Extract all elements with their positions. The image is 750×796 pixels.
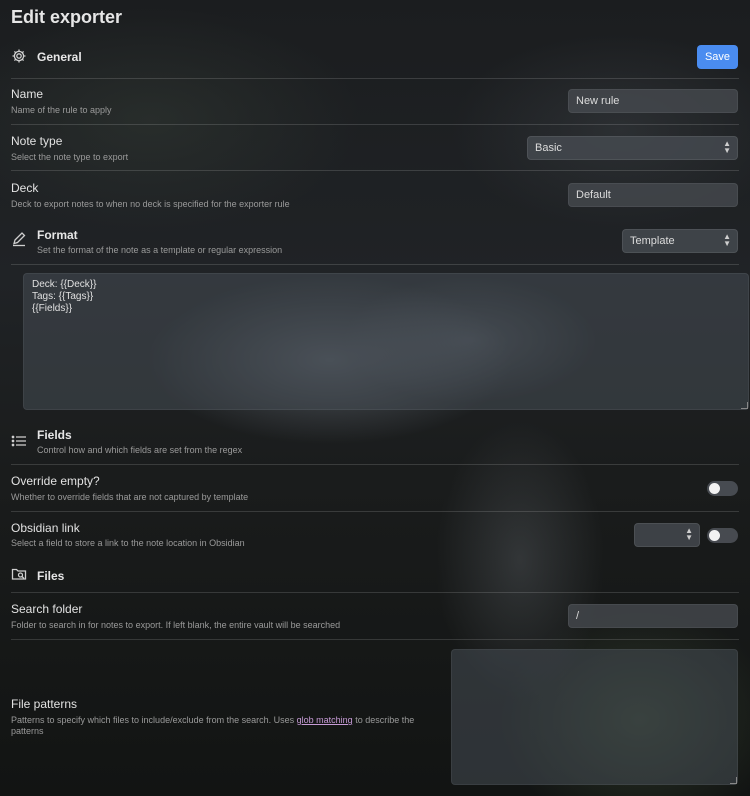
file-patterns-label: File patterns (11, 697, 78, 711)
chevron-updown-icon: ▲ ▼ (685, 526, 693, 542)
section-title-general: General (37, 50, 82, 64)
override-empty-label: Override empty? (11, 474, 100, 488)
search-folder-desc: Folder to search in for notes to export.… (11, 620, 341, 630)
save-button[interactable]: Save (697, 45, 738, 69)
override-empty-toggle[interactable] (707, 481, 738, 496)
deck-input[interactable]: Default (568, 183, 738, 207)
file-patterns-desc: Patterns to specify which files to inclu… (11, 715, 431, 737)
fields-desc: Control how and which fields are set fro… (37, 445, 243, 455)
note-type-value: Basic (535, 142, 562, 154)
note-type-select[interactable]: Basic ▲ ▼ (527, 136, 738, 160)
note-type-desc: Select the note type to export (11, 152, 129, 162)
obsidian-link-desc: Select a field to store a link to the no… (11, 538, 245, 548)
search-folder-input[interactable]: / (568, 604, 738, 628)
section-title-files: Files (37, 569, 65, 583)
list-icon (11, 433, 27, 449)
format-select[interactable]: Template ▲ ▼ (622, 229, 738, 253)
chevron-updown-icon: ▲ ▼ (723, 232, 731, 248)
toggle-knob (709, 483, 720, 494)
format-value: Template (630, 235, 675, 247)
file-patterns-desc-text: Patterns to specify which files to inclu… (11, 715, 297, 725)
deck-desc: Deck to export notes to when no deck is … (11, 199, 290, 209)
divider (11, 511, 739, 512)
name-input[interactable]: New rule (568, 89, 738, 113)
toggle-knob (709, 530, 720, 541)
divider (11, 639, 739, 640)
resize-handle[interactable] (741, 402, 748, 409)
section-title-fields: Fields (37, 428, 72, 442)
resize-handle[interactable] (730, 777, 737, 784)
divider (11, 78, 739, 79)
divider (11, 592, 739, 593)
chevron-updown-icon: ▲ ▼ (723, 139, 731, 155)
gear-icon (11, 48, 27, 64)
setting-name-desc: Name of the rule to apply (11, 105, 112, 115)
override-empty-desc: Whether to override fields that are not … (11, 492, 249, 502)
template-textarea[interactable]: Deck: {{Deck}} Tags: {{Tags}} {{Fields}} (23, 273, 749, 410)
divider (11, 170, 739, 171)
obsidian-link-select[interactable]: ▲ ▼ (634, 523, 700, 547)
obsidian-link-toggle[interactable] (707, 528, 738, 543)
edit-exporter-panel: Edit exporter General Save Name Name of … (0, 0, 750, 796)
setting-name-label: Name (11, 87, 44, 101)
glob-matching-link[interactable]: glob matching (297, 715, 353, 725)
section-title-format: Format (37, 228, 78, 242)
divider (11, 124, 739, 125)
divider (11, 264, 739, 265)
search-folder-label: Search folder (11, 602, 83, 616)
divider (11, 464, 739, 465)
page-title: Edit exporter (11, 7, 123, 27)
format-desc: Set the format of the note as a template… (37, 245, 283, 255)
pencil-icon (11, 231, 27, 247)
obsidian-link-label: Obsidian link (11, 521, 80, 535)
deck-label: Deck (11, 181, 39, 195)
note-type-label: Note type (11, 134, 63, 148)
folder-search-icon (11, 566, 27, 582)
file-patterns-textarea[interactable] (451, 649, 738, 785)
